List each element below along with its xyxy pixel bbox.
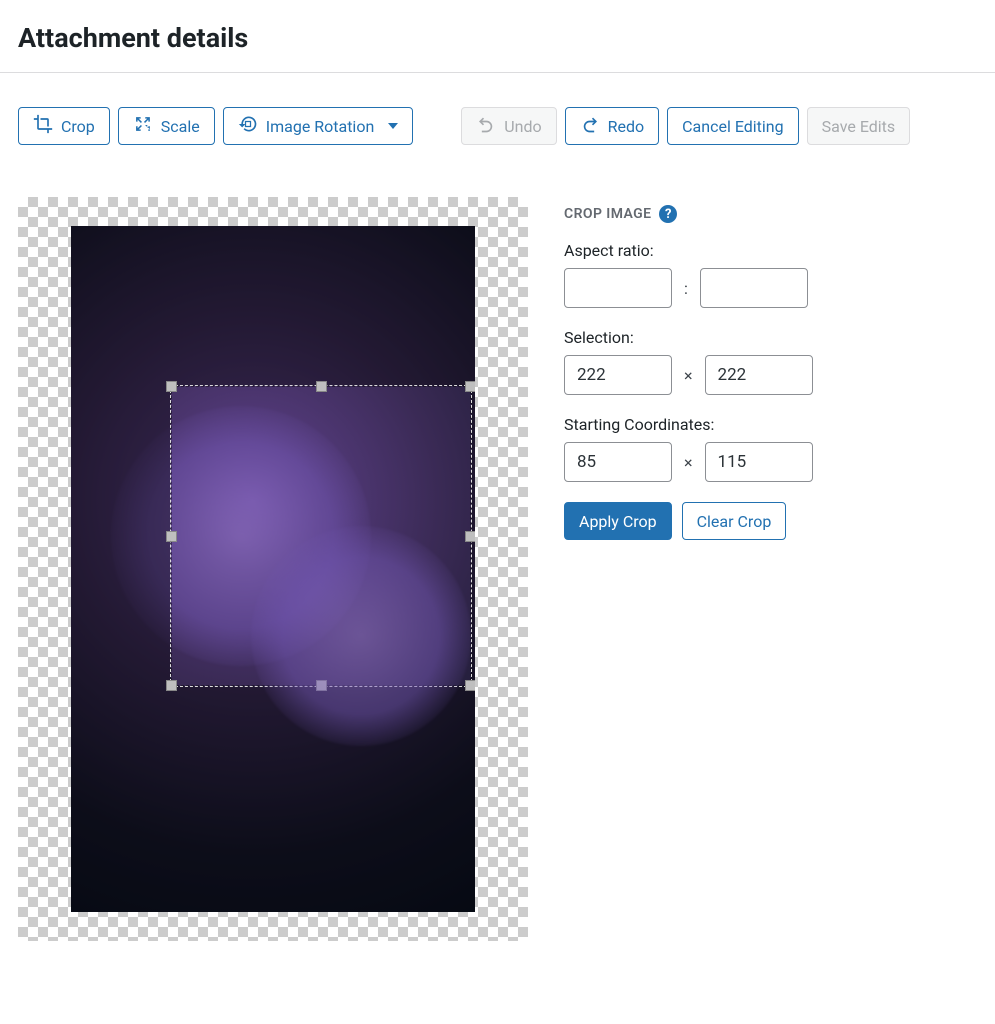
- undo-icon: [476, 114, 496, 138]
- clear-crop-button[interactable]: Clear Crop: [682, 502, 787, 540]
- aspect-ratio-label: Aspect ratio:: [564, 241, 924, 260]
- page-title: Attachment details: [18, 22, 977, 54]
- aspect-height-input[interactable]: [700, 268, 808, 308]
- aspect-width-input[interactable]: [564, 268, 672, 308]
- cancel-editing-button[interactable]: Cancel Editing: [667, 107, 798, 145]
- image-canvas[interactable]: [18, 197, 528, 941]
- crop-handle-e[interactable]: [465, 531, 475, 542]
- crop-selection[interactable]: [171, 386, 471, 686]
- crop-handle-w[interactable]: [166, 531, 177, 542]
- crop-handle-n[interactable]: [316, 381, 327, 392]
- image-preview[interactable]: [71, 226, 475, 912]
- chevron-down-icon: [388, 123, 398, 129]
- coord-y-input[interactable]: [705, 442, 813, 482]
- coordinates-label: Starting Coordinates:: [564, 415, 924, 434]
- crop-section-heading: CROP IMAGE: [564, 206, 651, 222]
- scale-button[interactable]: Scale: [118, 107, 215, 145]
- crop-handle-sw[interactable]: [166, 680, 177, 691]
- clear-crop-label: Clear Crop: [697, 512, 772, 531]
- undo-label: Undo: [504, 117, 541, 136]
- crop-button[interactable]: Crop: [18, 107, 110, 145]
- redo-button[interactable]: Redo: [565, 107, 660, 145]
- rotate-label: Image Rotation: [266, 117, 375, 136]
- redo-icon: [580, 114, 600, 138]
- aspect-separator: :: [684, 279, 688, 298]
- crop-handle-ne[interactable]: [465, 381, 475, 392]
- apply-crop-button[interactable]: Apply Crop: [564, 502, 672, 540]
- crop-handle-se[interactable]: [465, 680, 475, 691]
- apply-crop-label: Apply Crop: [579, 512, 657, 531]
- rotate-icon: [238, 114, 258, 138]
- save-edits-button[interactable]: Save Edits: [807, 107, 911, 145]
- crop-sidebar: CROP IMAGE ? Aspect ratio: : Selection: …: [564, 197, 924, 540]
- selection-label: Selection:: [564, 328, 924, 347]
- coord-separator: ×: [684, 453, 693, 472]
- image-rotation-button[interactable]: Image Rotation: [223, 107, 414, 145]
- divider: [0, 72, 995, 73]
- crop-icon: [33, 114, 53, 138]
- cancel-label: Cancel Editing: [682, 117, 783, 136]
- save-label: Save Edits: [822, 117, 896, 136]
- crop-label: Crop: [61, 117, 95, 136]
- selection-height-input[interactable]: [705, 355, 813, 395]
- crop-handle-s[interactable]: [316, 680, 327, 691]
- scale-label: Scale: [161, 117, 200, 136]
- toolbar: Crop Scale Image Rotation Undo: [18, 107, 977, 145]
- redo-label: Redo: [608, 117, 645, 136]
- selection-width-input[interactable]: [564, 355, 672, 395]
- help-icon[interactable]: ?: [659, 205, 677, 223]
- scale-icon: [133, 114, 153, 138]
- coord-x-input[interactable]: [564, 442, 672, 482]
- selection-separator: ×: [684, 366, 693, 385]
- crop-handle-nw[interactable]: [166, 381, 177, 392]
- undo-button[interactable]: Undo: [461, 107, 556, 145]
